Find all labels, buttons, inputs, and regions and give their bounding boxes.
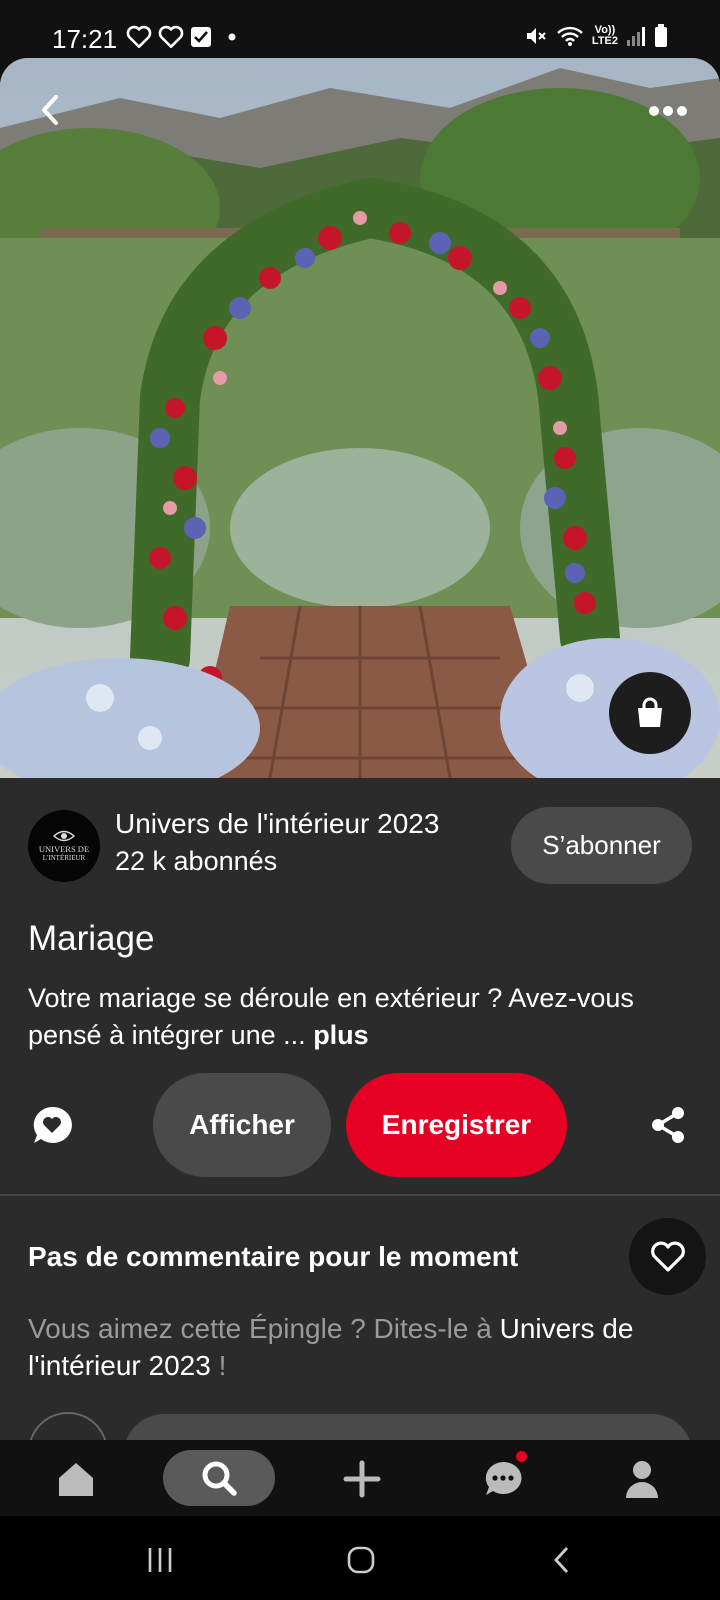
creator-name[interactable]: Univers de l'intérieur 2023 [115,808,439,840]
create-icon [343,1460,381,1498]
more-link[interactable]: plus [313,1020,369,1050]
wedding-arch-photo [0,58,720,778]
lte-indicator: Vo)) LTE2 [592,25,618,47]
status-bar: 17:21 Vo)) LTE2 [0,0,720,60]
avatar-text-line2: L'INTÉRIEUR [42,853,86,862]
messages-notification-dot [516,1451,527,1462]
more-options-icon [649,106,687,116]
comment-prompt-text: Vous aimez cette Épingle ? Dites-le à [28,1313,500,1344]
shop-button[interactable] [609,672,691,754]
back-button[interactable] [28,88,72,132]
eye-logo-icon [53,830,75,841]
heart-outline-icon [126,25,152,49]
home-button-icon [347,1546,375,1574]
share-icon [652,1107,684,1143]
lte-label-line2: LTE2 [591,35,618,47]
save-button[interactable]: Enregistrer [346,1073,567,1177]
pin-image[interactable] [0,58,720,778]
battery-icon [655,24,667,47]
nav-profile[interactable] [620,1453,664,1505]
pin-description: Votre mariage se déroule en extérieur ? … [28,980,688,1054]
status-time: 17:21 [52,24,118,54]
home-icon [59,1463,93,1496]
view-button[interactable]: Afficher [153,1073,331,1177]
system-home-button[interactable] [343,1540,379,1580]
recent-apps-button[interactable] [142,1540,178,1580]
share-button[interactable] [646,1103,690,1147]
like-button[interactable] [629,1218,706,1295]
comment-prompt-suffix: ! [210,1350,227,1381]
messages-icon [485,1461,522,1495]
mute-icon [526,28,546,44]
nav-home[interactable] [54,1453,98,1505]
comment-heart-icon [33,1106,72,1143]
nav-create[interactable] [340,1453,384,1505]
back-arrow-icon [42,95,58,125]
follower-count: 22 k abonnés [115,846,278,876]
heart-outline-icon [158,25,184,49]
checkbox-icon [191,27,211,47]
status-left-icons [126,25,240,49]
profile-icon [626,1461,658,1498]
signal-icon [627,27,645,46]
comment-prompt: Vous aimez cette Épingle ? Dites-le à Un… [28,1310,688,1384]
shopping-bag-icon [638,697,662,727]
creator-avatar[interactable]: UNIVERS DE L'INTÉRIEUR [28,810,100,882]
system-back-button[interactable] [546,1540,576,1580]
nav-search[interactable] [163,1450,275,1506]
wifi-icon [557,26,583,46]
comments-heading: Pas de commentaire pour le moment [28,1241,519,1272]
section-divider [0,1194,720,1196]
search-icon [202,1461,237,1496]
heart-outline-icon [650,1241,685,1272]
status-right-icons: Vo)) LTE2 [524,24,668,48]
comment-button[interactable] [30,1103,74,1147]
subscribe-button[interactable]: S’abonner [511,807,692,884]
dot-icon [228,33,236,41]
pin-title: Mariage [28,919,155,958]
recent-apps-icon [148,1548,172,1572]
back-icon [554,1547,569,1573]
more-options-button[interactable] [646,96,690,126]
avatar-text-line1: UNIVERS DE [38,843,90,854]
